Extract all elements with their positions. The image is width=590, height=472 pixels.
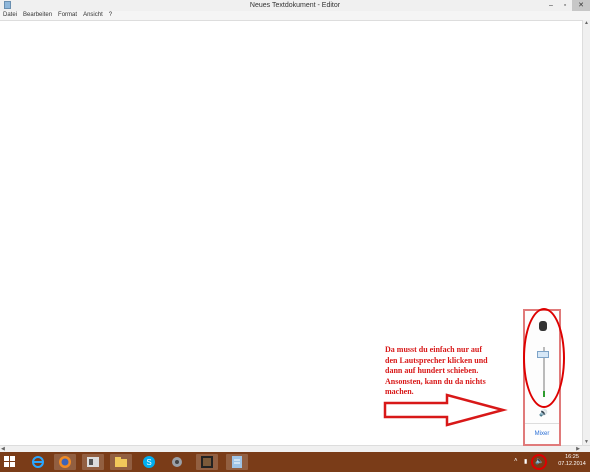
system-tray: ˄ ▮ 🔈 16:25 07.12.2014 [510, 452, 590, 472]
menu-format[interactable]: Format [58, 11, 77, 20]
window-title: Neues Textdokument - Editor [249, 2, 341, 9]
media-center-icon[interactable] [82, 454, 104, 470]
minimize-button[interactable]: – [544, 0, 558, 11]
annotation-line: Ansonsten, kann du da nichts [385, 376, 486, 386]
close-button[interactable]: ✕ [572, 0, 590, 11]
window-controls: – ▫ ✕ [544, 0, 590, 11]
windows-start-icon[interactable] [4, 456, 16, 468]
menu-ansicht[interactable]: Ansicht [83, 11, 103, 20]
menu-bar: Datei Bearbeiten Format Ansicht ? [0, 11, 590, 20]
menu-datei[interactable]: Datei [3, 11, 17, 20]
annotation-text: Da musst du einfach nur auf den Lautspre… [385, 345, 523, 398]
menu-help[interactable]: ? [109, 11, 112, 20]
highlight-ellipse [523, 308, 565, 408]
tray-highlight-ellipse [531, 454, 547, 470]
maximize-button[interactable]: ▫ [558, 0, 572, 11]
annotation-line: dann auf hundert schieben. [385, 366, 479, 375]
clock-date: 07.12.2014 [558, 461, 586, 467]
firefox-icon[interactable] [54, 454, 76, 470]
annotation-line: den Lautsprecher klicken und [385, 355, 488, 365]
annotation-line: Da musst du einfach nur auf [385, 345, 482, 354]
clock[interactable]: 16:25 07.12.2014 [557, 454, 587, 468]
notepad-icon[interactable] [226, 454, 248, 470]
speaker-icon[interactable]: 🔊 [539, 409, 548, 417]
taskbar: S ˄ ▮ 🔈 16:25 07.12.2014 [0, 452, 590, 472]
app-icon[interactable] [166, 454, 188, 470]
vertical-scrollbar[interactable]: ▲ ▼ [582, 20, 590, 445]
mixer-link[interactable]: Mixer [525, 423, 559, 444]
title-bar: Neues Textdokument - Editor – ▫ ✕ [0, 0, 590, 11]
horizontal-scrollbar[interactable]: ◀ ▶ [0, 445, 590, 452]
scroll-up-icon[interactable]: ▲ [584, 20, 589, 26]
skype-icon[interactable]: S [138, 454, 160, 470]
menu-bearbeiten[interactable]: Bearbeiten [23, 11, 52, 20]
annotation-arrow [383, 393, 508, 427]
network-icon[interactable]: ▮ [524, 458, 527, 465]
show-hidden-icons-icon[interactable]: ˄ [514, 458, 518, 464]
file-explorer-icon[interactable] [110, 454, 132, 470]
svg-text:S: S [146, 458, 151, 467]
internet-explorer-icon[interactable] [27, 454, 49, 470]
clock-time: 16:25 [565, 454, 579, 460]
game-icon[interactable] [196, 454, 218, 470]
